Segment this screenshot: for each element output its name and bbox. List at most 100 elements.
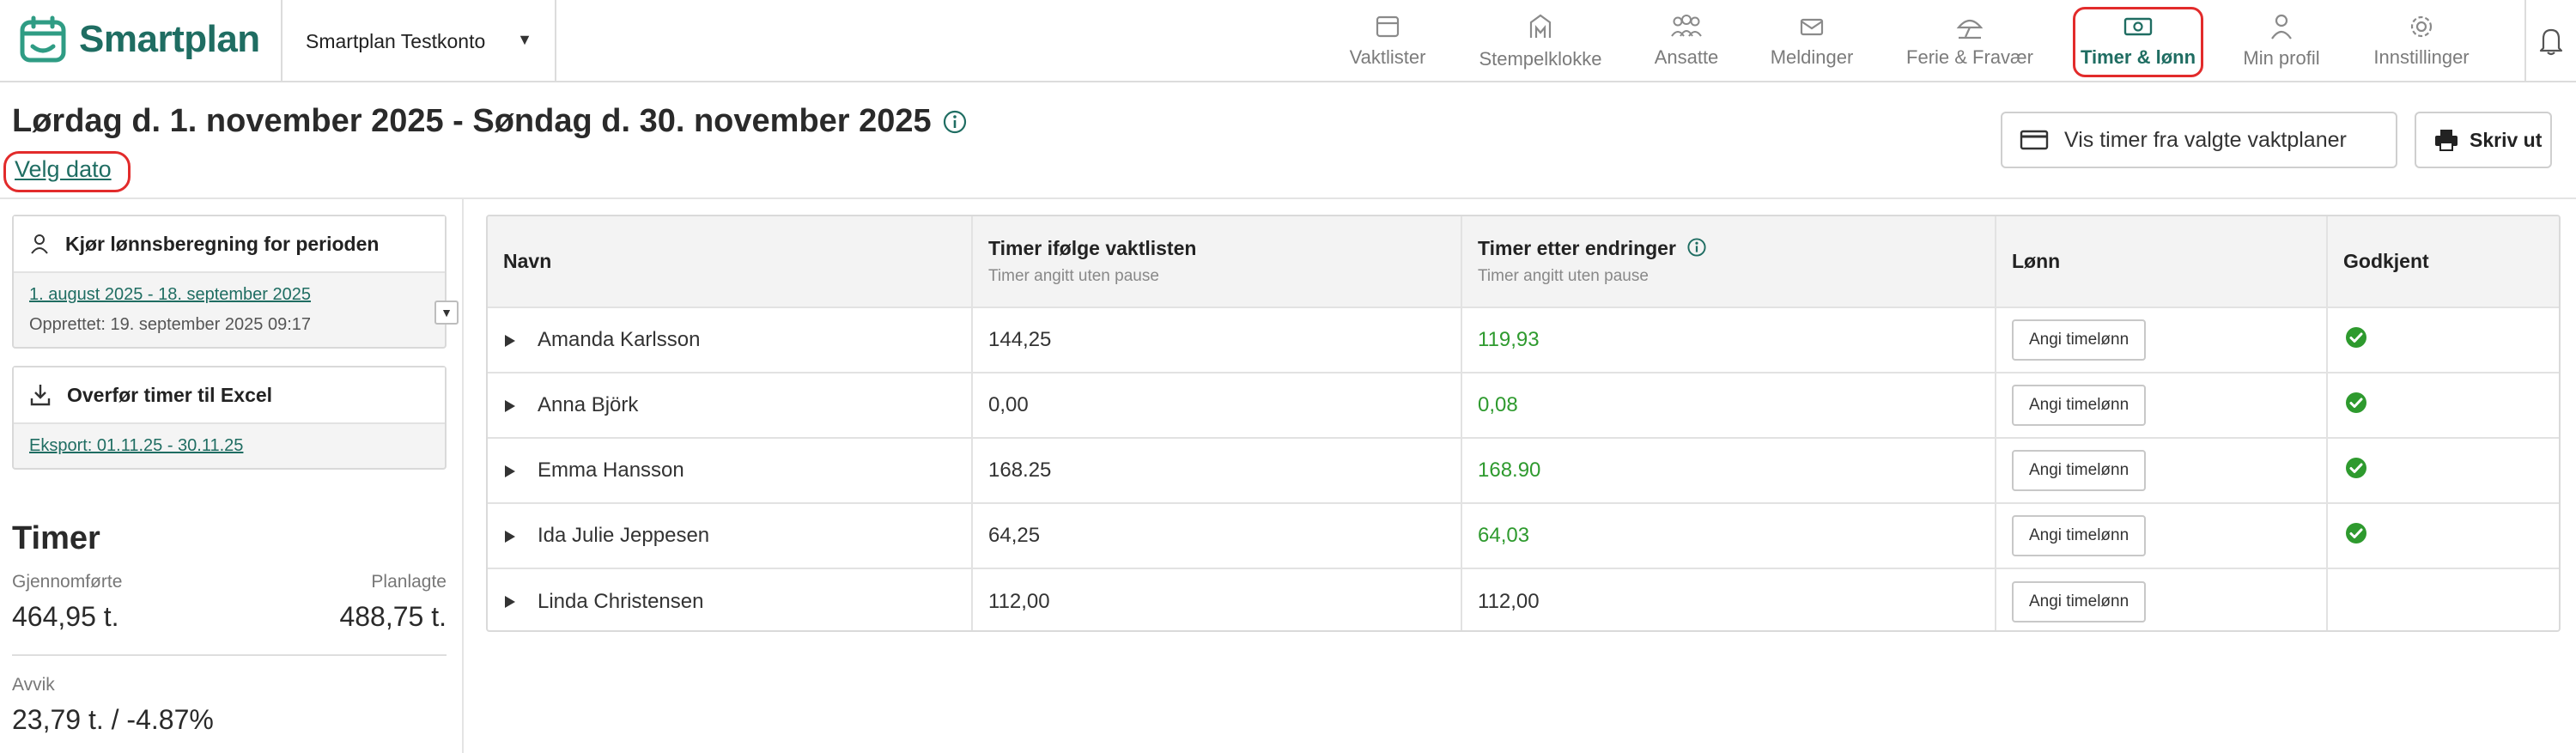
- payroll-created: Opprettet: 19. september 2025 09:17: [29, 315, 311, 334]
- pay-cell: Angi timelønn: [1996, 438, 2328, 504]
- expand-arrow-icon[interactable]: [505, 334, 515, 347]
- account-selector[interactable]: Smartplan Testkonto ▼: [281, 0, 556, 82]
- printer-icon: [2435, 130, 2458, 151]
- planned-hours-cell: 112,00: [972, 568, 1462, 630]
- expand-arrow-icon[interactable]: [505, 596, 515, 609]
- completed-value: 464,95 t.: [12, 601, 119, 632]
- check-circle-icon: [2346, 326, 2366, 348]
- nav-label: Ansatte: [1654, 46, 1719, 68]
- col-pay-header: Lønn: [1996, 216, 2328, 308]
- changed-hours-cell: 64,03: [1461, 503, 1996, 569]
- employee-name-cell[interactable]: Amanda Karlsson: [488, 307, 973, 373]
- select-date-highlight: Velg dato: [3, 151, 131, 192]
- money-icon: [2123, 17, 2153, 36]
- employee-name-cell[interactable]: Ida Julie Jeppesen: [488, 503, 973, 569]
- select-date-link[interactable]: Velg dato: [15, 156, 112, 183]
- divider: [12, 654, 447, 656]
- pay-cell: Angi timelønn: [1996, 503, 2328, 569]
- approved-cell: [2327, 438, 2559, 504]
- col-hours-plan-header[interactable]: Timer ifølge vaktlisten Timer angitt ute…: [972, 216, 1462, 308]
- set-hourly-rate-button[interactable]: Angi timelønn: [2012, 319, 2147, 361]
- print-button[interactable]: Skriv ut: [2415, 112, 2552, 168]
- print-label: Skriv ut: [2470, 128, 2543, 151]
- col-subtitle: Timer angitt uten pause: [1478, 267, 1649, 285]
- col-name-header[interactable]: Navn: [488, 216, 973, 308]
- mail-icon: [1800, 18, 1824, 36]
- nav-vaktlister[interactable]: Vaktlister: [1345, 0, 1431, 82]
- notifications-button[interactable]: [2524, 0, 2576, 82]
- nav-meldinger[interactable]: Meldinger: [1765, 0, 1859, 82]
- changed-hours-cell: 0,08: [1461, 373, 1996, 439]
- nav-label: Stempelklokke: [1479, 48, 1602, 70]
- set-hourly-rate-button[interactable]: Angi timelønn: [2012, 385, 2147, 426]
- col-approved-header: Godkjent: [2327, 216, 2559, 308]
- check-circle-icon: [2346, 392, 2366, 413]
- period-title: Lørdag d. 1. november 2025 - Søndag d. 3…: [12, 103, 932, 139]
- chevron-down-icon: ▼: [517, 31, 532, 48]
- hours-table: Navn Timer ifølge vaktlisten Timer angit…: [486, 215, 2561, 632]
- export-excel-button[interactable]: Overfør timer til Excel: [14, 367, 445, 424]
- pay-cell: Angi timelønn: [1996, 568, 2328, 630]
- set-hourly-rate-button[interactable]: Angi timelønn: [2012, 515, 2147, 556]
- nav-label: Innstillinger: [2373, 46, 2470, 68]
- timer-heading: Timer: [12, 520, 100, 556]
- stamp-clock-icon: [1529, 14, 1552, 38]
- col-hours-changed-header[interactable]: Timer etter endringer Timer angitt uten …: [1461, 216, 1996, 308]
- nav-ferie-fravaer[interactable]: Ferie & Fravær: [1902, 0, 2038, 82]
- nav-min-profil[interactable]: Min profil: [2234, 0, 2329, 82]
- planned-value: 488,75 t.: [339, 601, 447, 632]
- set-hourly-rate-button[interactable]: Angi timelønn: [2012, 580, 2147, 622]
- set-hourly-rate-button[interactable]: Angi timelønn: [2012, 450, 2147, 491]
- sidebar: Kjør lønnsberegning for perioden 1. augu…: [0, 199, 464, 753]
- table-row[interactable]: Emma Hansson 168.25 168.90 Angi timelønn: [488, 438, 2559, 504]
- expand-arrow-icon[interactable]: [505, 530, 515, 543]
- card-icon: [2020, 130, 2049, 150]
- download-icon: [30, 385, 51, 406]
- nav-timer-lonn[interactable]: Timer & lønn: [2073, 0, 2203, 82]
- employee-name-cell[interactable]: Emma Hansson: [488, 438, 973, 504]
- planned-hours-cell: 64,25: [972, 503, 1462, 569]
- info-icon[interactable]: [942, 109, 968, 135]
- payroll-period-link[interactable]: 1. august 2025 - 18. september 2025: [29, 285, 429, 305]
- export-link[interactable]: Eksport: 01.11.25 - 30.11.25: [29, 436, 429, 456]
- brand-name: Smartplan: [79, 18, 260, 60]
- expand-arrow-icon[interactable]: [505, 399, 515, 412]
- table-header-row: Navn Timer ifølge vaktlisten Timer angit…: [488, 216, 2559, 308]
- nav-label: Vaktlister: [1349, 46, 1426, 68]
- payroll-dropdown-toggle[interactable]: ▼: [434, 301, 459, 325]
- planned-hours-cell: 168.25: [972, 438, 1462, 504]
- brand-logo[interactable]: Smartplan: [19, 14, 260, 65]
- expand-arrow-icon[interactable]: [505, 465, 515, 477]
- top-bar: Smartplan Smartplan Testkonto ▼ Vaktlist…: [0, 0, 2576, 82]
- person-icon: [31, 234, 48, 254]
- pay-cell: Angi timelønn: [1996, 307, 2328, 373]
- approved-cell: [2327, 503, 2559, 569]
- nav-innstillinger[interactable]: Innstillinger: [2368, 0, 2475, 82]
- table-row[interactable]: Anna Björk 0,00 0,08 Angi timelønn: [488, 373, 2559, 439]
- people-icon: [1671, 15, 1702, 37]
- completed-label: Gjennomførte: [12, 572, 123, 592]
- calendar-icon: [1376, 15, 1400, 38]
- run-payroll-label: Kjør lønnsberegning for perioden: [65, 232, 380, 255]
- table-row[interactable]: Ida Julie Jeppesen 64,25 64,03 Angi time…: [488, 503, 2559, 569]
- check-circle-icon: [2346, 457, 2366, 478]
- table-row[interactable]: Amanda Karlsson 144,25 119,93 Angi timel…: [488, 307, 2559, 373]
- run-payroll-button[interactable]: Kjør lønnsberegning for perioden: [14, 216, 445, 273]
- pay-cell: Angi timelønn: [1996, 373, 2328, 439]
- planned-label: Planlagte: [371, 572, 447, 592]
- employee-name-cell[interactable]: Anna Björk: [488, 373, 973, 439]
- umbrella-icon: [1956, 19, 1984, 39]
- show-hours-label: Vis timer fra valgte vaktplaner: [2064, 127, 2347, 152]
- changed-hours-cell: 119,93: [1461, 307, 1996, 373]
- changed-hours-cell: 112,00: [1461, 568, 1996, 630]
- employee-name-cell[interactable]: Linda Christensen: [488, 568, 973, 630]
- excel-card: Overfør timer til Excel Eksport: 01.11.2…: [12, 366, 447, 470]
- table-row[interactable]: Linda Christensen 112,00 112,00 Angi tim…: [488, 568, 2559, 630]
- nav-label: Ferie & Fravær: [1906, 46, 2033, 68]
- show-hours-button[interactable]: Vis timer fra valgte vaktplaner: [2001, 112, 2397, 168]
- info-icon[interactable]: [1686, 237, 1707, 258]
- nav-ansatte[interactable]: Ansatte: [1649, 0, 1724, 82]
- nav-stempelklokke[interactable]: Stempelklokke: [1473, 0, 1607, 82]
- nav-label: Timer & lønn: [2080, 46, 2196, 68]
- planned-hours-cell: 0,00: [972, 373, 1462, 439]
